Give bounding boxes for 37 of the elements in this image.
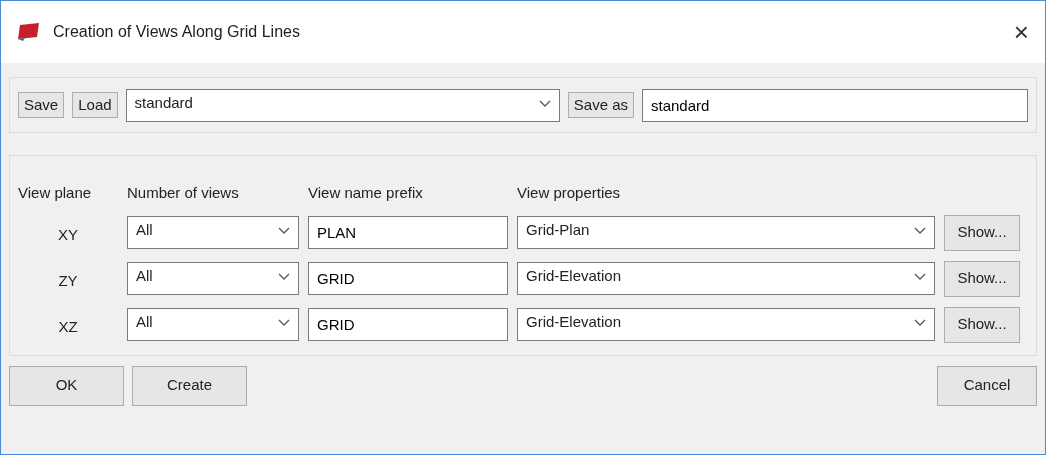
prefix-field[interactable]: GRID [308, 262, 508, 295]
save-button[interactable]: Save [18, 91, 65, 119]
show-button[interactable]: Show... [944, 306, 1020, 343]
column-header: Number of views [127, 183, 240, 203]
ok-button[interactable]: OK [9, 365, 124, 406]
chevron-icon [278, 227, 290, 235]
chevron-icon [914, 319, 926, 327]
prefix-field[interactable]: PLAN [308, 216, 508, 249]
cancel-button[interactable]: Cancel [937, 365, 1037, 406]
view-plane-label: XZ [57, 317, 79, 338]
show-button[interactable]: Show... [944, 260, 1020, 297]
properties-dropdown[interactable]: Grid-Elevation [517, 262, 935, 295]
number-dropdown[interactable]: All [127, 262, 299, 295]
properties-dropdown[interactable]: Grid-Plan [517, 216, 935, 249]
view-plane-label: XY [57, 225, 79, 246]
chevron-icon [538, 99, 551, 108]
column-header: View name prefix [308, 183, 424, 203]
chevron-icon [278, 273, 290, 281]
show-button[interactable]: Show... [944, 214, 1020, 251]
properties-dropdown[interactable]: Grid-Elevation [517, 308, 935, 341]
number-dropdown[interactable]: All [127, 216, 299, 249]
close-button[interactable]: × [1009, 19, 1033, 45]
create-button[interactable]: Create [132, 365, 247, 406]
column-header: View properties [517, 183, 622, 203]
preset-name-field[interactable]: standard [642, 88, 1028, 122]
preset-dropdown[interactable]: standard [125, 88, 560, 122]
save-as-button[interactable]: Save as [567, 91, 634, 119]
chevron-icon [278, 319, 290, 327]
chevron-icon [914, 227, 926, 235]
window-title: Creation of Views Along Grid Lines [53, 22, 301, 42]
prefix-field[interactable]: GRID [308, 308, 508, 341]
chevron-icon [914, 273, 926, 281]
column-header: View plane [18, 183, 93, 203]
load-button[interactable]: Load [72, 91, 118, 119]
view-plane-label: ZY [57, 271, 79, 292]
app-logo-icon [17, 22, 41, 42]
number-dropdown[interactable]: All [127, 308, 299, 341]
